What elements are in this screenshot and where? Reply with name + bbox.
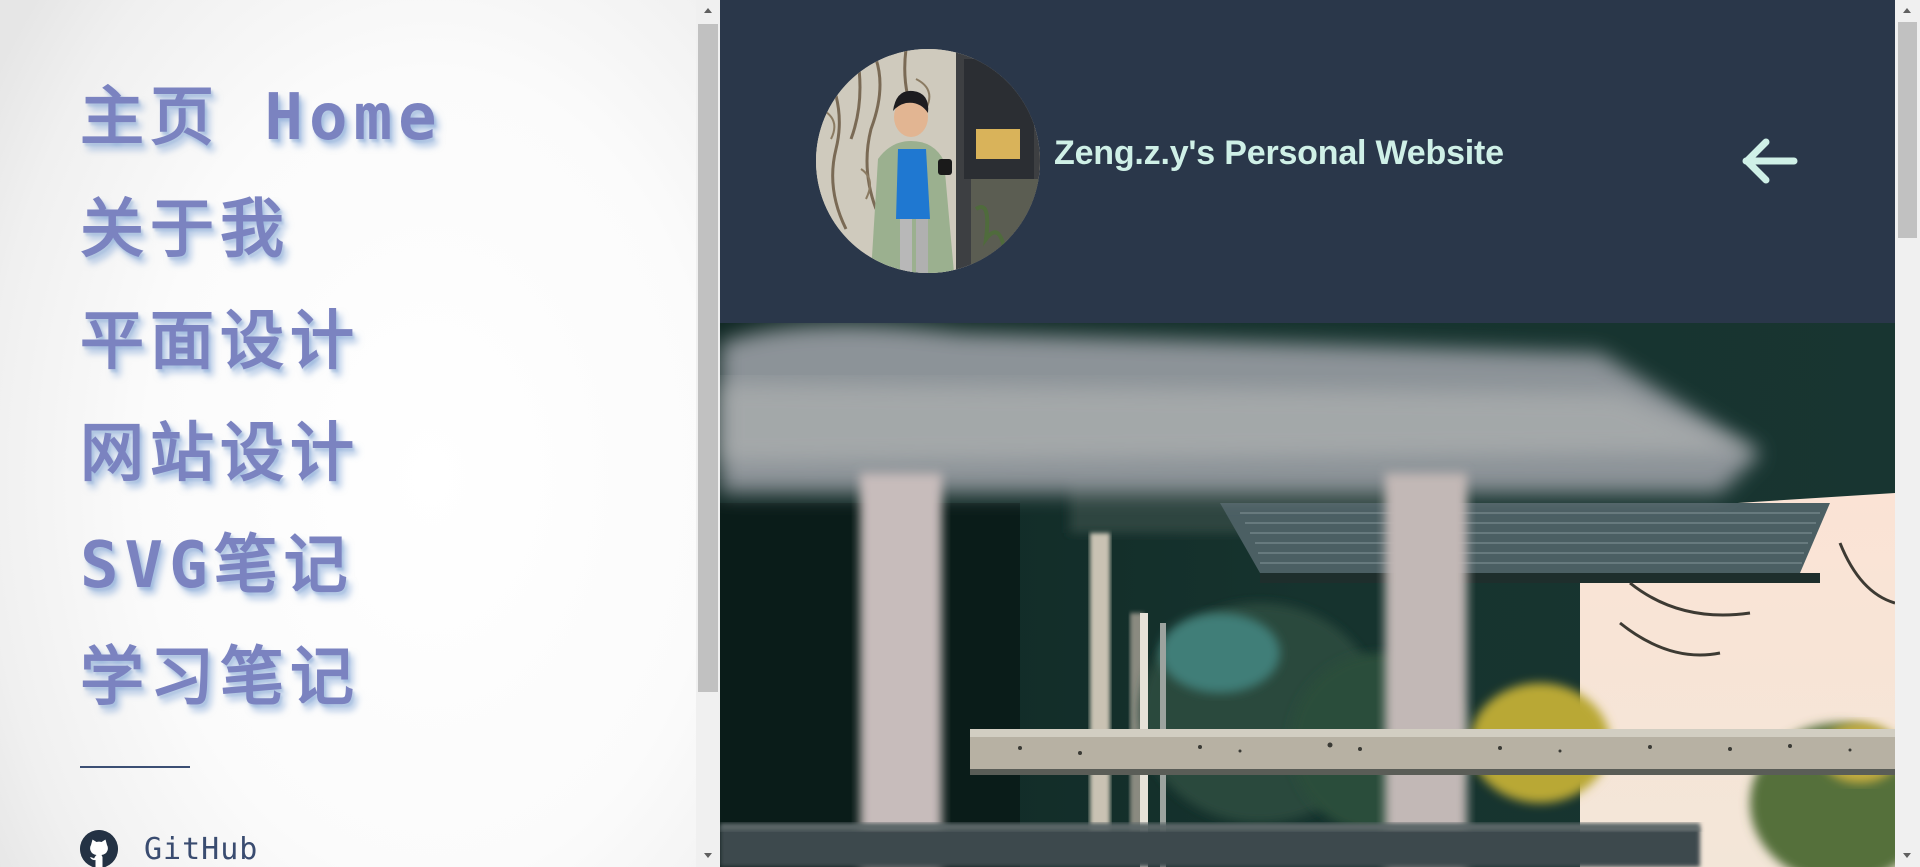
nav-item-label[interactable]: SVG笔记 xyxy=(80,518,354,614)
nav-item-label[interactable]: 学习笔记 xyxy=(80,630,360,726)
scroll-down-arrow-icon[interactable] xyxy=(696,845,720,867)
scroll-up-arrow-icon[interactable] xyxy=(1895,0,1920,22)
nav-divider xyxy=(80,766,190,768)
hero-photo xyxy=(720,323,1895,867)
nav-item-about[interactable]: 关于我 xyxy=(80,182,443,294)
site-title: Zeng.z.y's Personal Website xyxy=(1054,134,1504,172)
nav-item-label[interactable]: 平面设计 xyxy=(80,294,360,390)
nav-scrollbar[interactable] xyxy=(696,0,720,867)
page-scrollbar[interactable] xyxy=(1895,0,1920,867)
nav-scrollbar-thumb[interactable] xyxy=(698,24,718,692)
github-icon[interactable] xyxy=(80,830,118,867)
avatar xyxy=(816,49,1040,273)
nav-item-svg-notes[interactable]: SVG笔记 xyxy=(80,518,443,630)
nav-item-web-design[interactable]: 网站设计 xyxy=(80,406,443,518)
back-button[interactable] xyxy=(1742,138,1798,184)
nav-item-study-notes[interactable]: 学习笔记 xyxy=(80,630,443,742)
scroll-down-arrow-icon[interactable] xyxy=(1895,845,1920,867)
arrow-left-icon[interactable] xyxy=(1742,138,1798,184)
nav-item-label[interactable]: 网站设计 xyxy=(80,406,360,502)
github-link[interactable]: GitHub xyxy=(80,830,258,867)
nav-item-label[interactable]: 关于我 xyxy=(80,182,290,278)
nav-item-graphic-design[interactable]: 平面设计 xyxy=(80,294,443,406)
nav-item-home[interactable]: 主页 Home xyxy=(80,70,443,182)
main-content: Zeng.z.y's Personal Website xyxy=(720,0,1895,867)
github-label[interactable]: GitHub xyxy=(144,832,258,867)
site-header: Zeng.z.y's Personal Website xyxy=(720,0,1895,323)
page-scrollbar-thumb[interactable] xyxy=(1898,22,1917,238)
nav-menu: 主页 Home 关于我 平面设计 网站设计 SVG笔记 学习笔记 xyxy=(80,70,443,742)
scroll-up-arrow-icon[interactable] xyxy=(696,0,720,22)
side-navigation-panel: 主页 Home 关于我 平面设计 网站设计 SVG笔记 学习笔记 GitHub xyxy=(0,0,696,867)
nav-item-label[interactable]: 主页 Home xyxy=(80,70,443,166)
